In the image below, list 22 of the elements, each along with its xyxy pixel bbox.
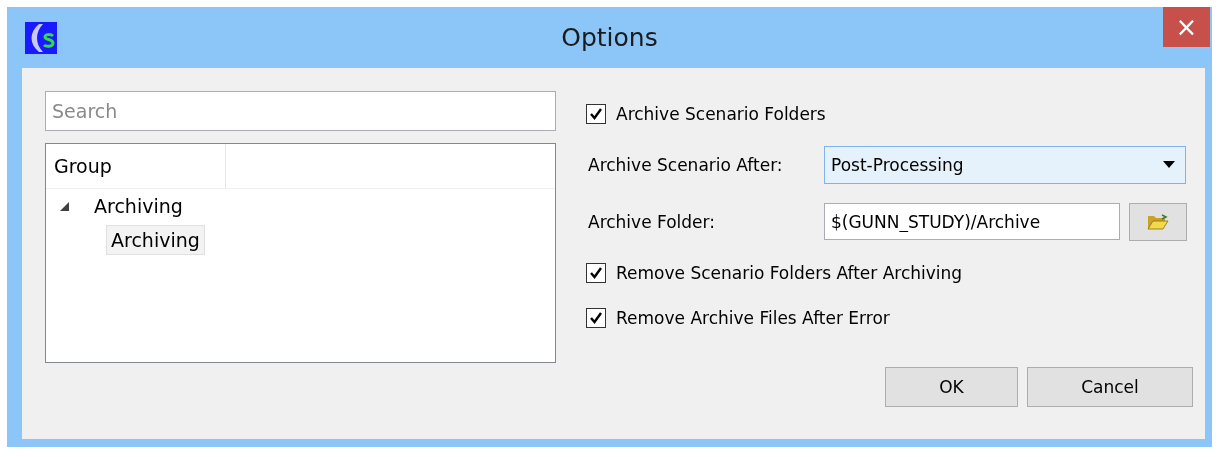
- search-field[interactable]: Search: [45, 91, 556, 131]
- close-button[interactable]: ×: [1163, 7, 1210, 47]
- cancel-button[interactable]: Cancel: [1027, 367, 1193, 407]
- expander-icon[interactable]: [60, 201, 69, 211]
- checkbox[interactable]: [586, 262, 606, 283]
- checkbox-label[interactable]: Archive Scenario Folders: [616, 103, 826, 124]
- checkbox[interactable]: [586, 103, 606, 124]
- checkbox[interactable]: [586, 307, 606, 328]
- ok-button[interactable]: OK: [885, 367, 1018, 407]
- field-label: Archive Scenario After:: [588, 154, 784, 175]
- field-label: Archive Folder:: [588, 211, 716, 232]
- dropdown-arrow-icon: [1163, 161, 1175, 168]
- dropdown[interactable]: Post-Processing: [824, 145, 1186, 184]
- column-header[interactable]: Group: [46, 144, 226, 188]
- checkbox-label[interactable]: Remove Scenario Folders After Archiving: [616, 262, 963, 283]
- tree-item[interactable]: Archiving: [89, 191, 188, 221]
- folder-field[interactable]: $(GUNN_STUDY)/Archive: [824, 203, 1120, 240]
- folder-icon: [1147, 213, 1169, 230]
- checkbox-label[interactable]: Remove Archive Files After Error: [616, 307, 890, 328]
- window-title: Options: [560, 23, 659, 52]
- tree-item[interactable]: Archiving: [106, 225, 205, 255]
- app-logo: [25, 21, 57, 54]
